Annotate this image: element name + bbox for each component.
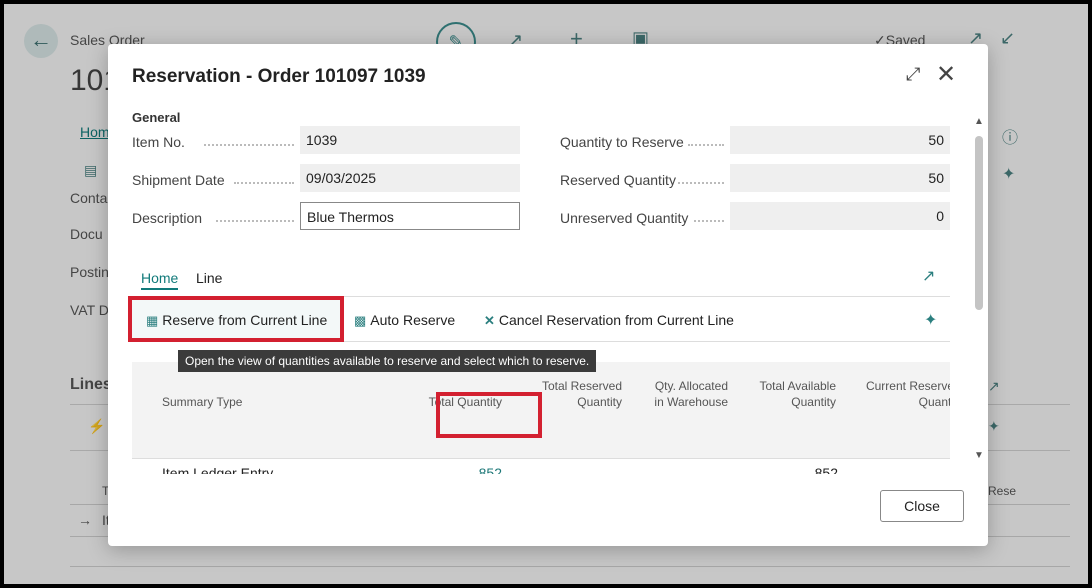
field-dots — [694, 220, 724, 222]
field-dots — [688, 144, 724, 146]
col-qty-allocated[interactable]: Qty. Allocated in Warehouse — [628, 378, 728, 410]
scroll-down-icon[interactable]: ▼ — [974, 450, 984, 461]
field-dots — [678, 182, 724, 184]
field-dots — [204, 144, 294, 146]
reserve-tooltip: Open the view of quantities available to… — [178, 350, 597, 372]
table-row[interactable]: Item Ledger Entry 852 852 — [132, 458, 950, 474]
reservation-dialog: Reservation - Order 101097 1039 ⤢ ✕ Gene… — [108, 44, 988, 546]
general-heading: General — [132, 110, 181, 125]
share-icon[interactable]: ↗ — [922, 266, 935, 286]
pin-icon[interactable]: ✦ — [924, 310, 937, 330]
expand-icon[interactable]: ⤢ — [906, 64, 920, 85]
item-no-label: Item No. — [132, 134, 185, 150]
cell-total-quantity[interactable]: 852 — [402, 465, 502, 474]
col-qty-allocated-line2: in Warehouse — [654, 395, 728, 409]
description-label: Description — [132, 210, 203, 226]
dialog-title: Reservation - Order 101097 1039 — [132, 66, 426, 87]
col-total-available-line2: Quantity — [791, 395, 836, 409]
auto-reserve-label: Auto Reserve — [370, 312, 456, 328]
col-total-available[interactable]: Total Available Quantity — [736, 378, 837, 410]
auto-reserve-icon: ▩ — [354, 313, 367, 328]
reserved-quantity-field[interactable]: 50 — [730, 164, 950, 192]
description-field[interactable]: Blue Thermos — [300, 202, 520, 230]
shipment-date-field[interactable]: 09/03/2025 — [300, 164, 520, 192]
reserve-from-current-line-button[interactable]: ▦ Reserve from Current Line — [146, 312, 327, 329]
col-current-reserved-line2: Quanti — [918, 395, 950, 409]
cancel-reservation-button[interactable]: ✕ Cancel Reservation from Current Line — [484, 312, 734, 329]
cell-total-available: 852 — [814, 465, 838, 474]
cancel-reservation-label: Cancel Reservation from Current Line — [498, 312, 734, 328]
col-total-available-line1: Total Available — [759, 379, 837, 393]
col-current-reserved[interactable]: Current Reserve Quanti — [844, 378, 950, 410]
scrollbar-thumb[interactable] — [975, 136, 983, 310]
col-qty-allocated-line1: Qty. Allocated — [654, 379, 728, 393]
close-icon[interactable]: ✕ — [936, 60, 956, 89]
tab-line[interactable]: Line — [196, 270, 222, 286]
reserved-quantity-label: Reserved Quantity — [560, 172, 676, 188]
auto-reserve-button[interactable]: ▩ Auto Reserve — [354, 312, 455, 329]
total-reserved-highlight — [436, 392, 542, 438]
item-no-field[interactable]: 1039 — [300, 126, 520, 154]
close-button[interactable]: Close — [880, 490, 964, 522]
scroll-up-icon[interactable]: ▲ — [974, 116, 984, 127]
col-current-reserved-line1: Current Reserve — [865, 379, 950, 393]
field-dots — [234, 182, 294, 184]
shipment-date-label: Shipment Date — [132, 172, 225, 188]
field-dots — [216, 220, 294, 222]
cell-summary-type: Item Ledger Entry — [162, 465, 274, 474]
unreserved-quantity-field[interactable]: 0 — [730, 202, 950, 230]
quantity-to-reserve-label: Quantity to Reserve — [560, 134, 684, 150]
cancel-icon: ✕ — [484, 313, 495, 328]
tab-home[interactable]: Home — [141, 270, 179, 290]
reserve-from-current-line-label: Reserve from Current Line — [162, 312, 328, 328]
quantity-to-reserve-field[interactable]: 50 — [730, 126, 950, 154]
col-summary-type[interactable]: Summary Type — [162, 394, 242, 410]
reserve-icon: ▦ — [146, 313, 159, 328]
unreserved-quantity-label: Unreserved Quantity — [560, 210, 689, 226]
